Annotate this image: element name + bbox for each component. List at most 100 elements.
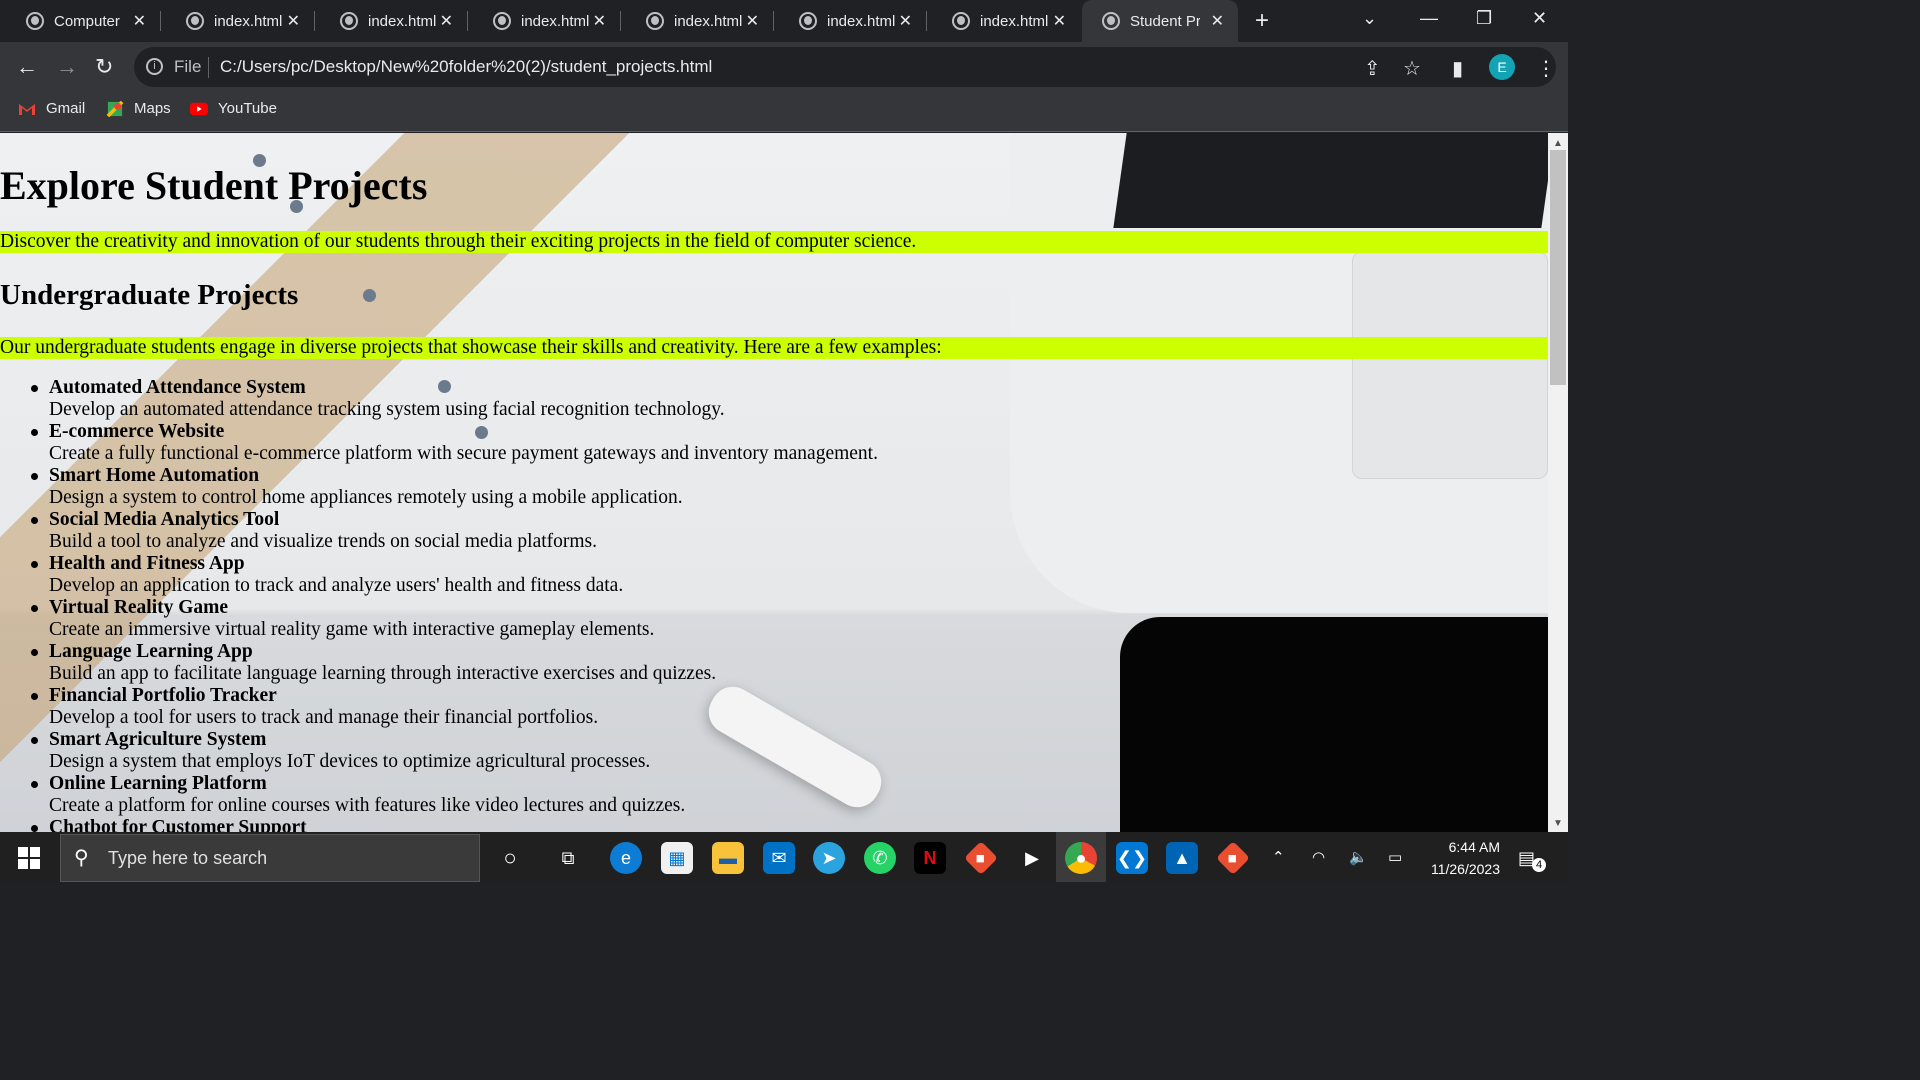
chrome-icon[interactable]: ●	[1065, 842, 1097, 874]
tab-index-2[interactable]: index.html ✕	[314, 0, 467, 42]
bookmark-label: YouTube	[218, 100, 277, 117]
close-tab-icon[interactable]: ✕	[287, 11, 300, 31]
url-scheme-label: File	[174, 57, 202, 76]
globe-icon	[493, 12, 511, 30]
project-name: Smart Home Automation	[49, 465, 260, 486]
tab-index-5[interactable]: index.html ✕	[773, 0, 926, 42]
bookmark-maps[interactable]: Maps	[106, 100, 171, 117]
tab-index-3[interactable]: index.html ✕	[467, 0, 620, 42]
list-item: E-commerce Website Create a fully functio…	[0, 421, 878, 465]
photos-icon[interactable]: ▲	[1166, 842, 1198, 874]
close-tab-icon[interactable]: ✕	[746, 11, 759, 31]
close-tab-icon[interactable]: ✕	[1211, 11, 1224, 31]
volume-icon[interactable]: 🔈	[1349, 848, 1368, 866]
cortana-icon[interactable]: ○	[494, 842, 526, 874]
background-pin	[363, 289, 376, 302]
section-intro-text: Our undergraduate students engage in div…	[0, 337, 1548, 359]
netflix-icon[interactable]: N	[914, 842, 946, 874]
back-icon[interactable]: ←	[16, 54, 38, 80]
tab-search-icon[interactable]: ⌄	[1362, 8, 1377, 29]
mail-icon[interactable]: ✉	[763, 842, 795, 874]
project-description: Develop an application to track and anal…	[49, 575, 624, 596]
project-name: Virtual Reality Game	[49, 597, 229, 618]
section-title: Undergraduate Projects	[0, 279, 299, 311]
reload-icon[interactable]: ↻	[95, 54, 113, 80]
page-title: Explore Student Projects	[0, 163, 428, 208]
tab-index-1[interactable]: index.html ✕	[160, 0, 314, 42]
globe-icon	[1102, 12, 1120, 30]
project-description: Design a system to control home applianc…	[49, 487, 683, 508]
globe-icon	[26, 12, 44, 30]
search-icon: ⚲	[74, 847, 89, 869]
clock-date: 11/26/2023	[1430, 861, 1500, 877]
telegram-icon[interactable]: ➤	[813, 842, 845, 874]
restore-icon[interactable]: ❐	[1476, 8, 1492, 29]
store-icon[interactable]: ▦	[661, 842, 693, 874]
minimize-icon[interactable]: —	[1420, 8, 1438, 29]
tab-index-6[interactable]: index.html ✕	[926, 0, 1080, 42]
close-tab-icon[interactable]: ✕	[440, 11, 453, 31]
info-icon[interactable]: i	[146, 58, 163, 75]
gmail-icon	[19, 103, 35, 115]
close-window-icon[interactable]: ✕	[1532, 8, 1547, 29]
list-item: Health and Fitness App Develop an applica…	[0, 553, 878, 597]
omnibox-divider	[208, 57, 209, 78]
globe-icon	[186, 12, 204, 30]
list-item: Virtual Reality Game Create an immersive …	[0, 597, 878, 641]
media-player-icon[interactable]: ▶	[1016, 842, 1048, 874]
background-keyboard	[1113, 133, 1548, 228]
url-text[interactable]: C:/Users/pc/Desktop/New%20folder%20(2)/s…	[220, 57, 712, 77]
wifi-icon[interactable]: ◠	[1312, 848, 1325, 866]
project-name: Online Learning Platform	[49, 773, 267, 794]
close-tab-icon[interactable]: ✕	[593, 11, 606, 31]
project-description: Develop a tool for users to track and ma…	[49, 707, 599, 728]
close-tab-icon[interactable]: ✕	[133, 11, 146, 31]
edge-icon[interactable]: e	[610, 842, 642, 874]
side-panel-icon[interactable]: ▮	[1452, 56, 1463, 81]
youtube-icon	[190, 102, 208, 115]
bookmark-youtube[interactable]: YouTube	[190, 100, 277, 117]
project-name: E-commerce Website	[49, 421, 225, 442]
scroll-up-icon[interactable]: ▲	[1553, 138, 1563, 149]
project-description: Create a fully functional e-commerce pla…	[49, 443, 878, 464]
show-hidden-icons-icon[interactable]: ⌃	[1272, 848, 1285, 866]
menu-kebab-icon[interactable]: ⋮	[1536, 56, 1556, 81]
project-description: Build a tool to analyze and visualize tr…	[49, 531, 598, 552]
tab-strip: Computer ✕ index.html ✕ index.html ✕ ind…	[0, 0, 1568, 42]
forward-icon[interactable]: →	[56, 54, 78, 80]
new-tab-button[interactable]: +	[1255, 7, 1269, 35]
close-tab-icon[interactable]: ✕	[1053, 11, 1066, 31]
battery-icon[interactable]: ▭	[1388, 848, 1402, 866]
tab-student-projects[interactable]: Student Pr ✕	[1082, 0, 1238, 42]
project-description: Create a platform for online courses wit…	[49, 795, 686, 816]
project-description: Design a system that employs IoT devices…	[49, 751, 651, 772]
scroll-down-icon[interactable]: ▼	[1553, 818, 1563, 829]
whatsapp-icon[interactable]: ✆	[864, 842, 896, 874]
project-name: Health and Fitness App	[49, 553, 245, 574]
page-viewport: Explore Student Projects Discover the cr…	[0, 133, 1548, 832]
bookmark-gmail[interactable]: Gmail	[18, 100, 85, 117]
bookmark-star-icon[interactable]: ☆	[1403, 56, 1421, 81]
system-clock[interactable]: 6:44 AM 11/26/2023	[1420, 836, 1500, 880]
project-name: Smart Agriculture System	[49, 729, 267, 750]
project-description: Build an app to facilitate language lear…	[49, 663, 717, 684]
globe-icon	[646, 12, 664, 30]
tab-computer[interactable]: Computer ✕	[0, 0, 160, 42]
vscode-icon[interactable]: ❮❯	[1116, 842, 1148, 874]
scrollbar-thumb[interactable]	[1550, 150, 1566, 385]
background-trackpad	[1352, 251, 1548, 479]
close-tab-icon[interactable]: ✕	[899, 11, 912, 31]
file-explorer-icon[interactable]: ▬	[712, 842, 744, 874]
tab-index-4[interactable]: index.html ✕	[620, 0, 773, 42]
project-description: Develop an automated attendance tracking…	[49, 399, 725, 420]
globe-icon	[952, 12, 970, 30]
list-item: Online Learning Platform Create a platfor…	[0, 773, 878, 817]
share-icon[interactable]: ⇪	[1364, 56, 1381, 81]
project-name: Language Learning App	[49, 641, 253, 662]
search-placeholder: Type here to search	[108, 848, 268, 868]
globe-icon	[340, 12, 358, 30]
windows-start-icon[interactable]	[18, 847, 40, 869]
project-list: Automated Attendance System Develop an au…	[0, 377, 878, 832]
profile-avatar[interactable]: E	[1489, 54, 1515, 80]
task-view-icon[interactable]: ⧉	[552, 842, 584, 874]
